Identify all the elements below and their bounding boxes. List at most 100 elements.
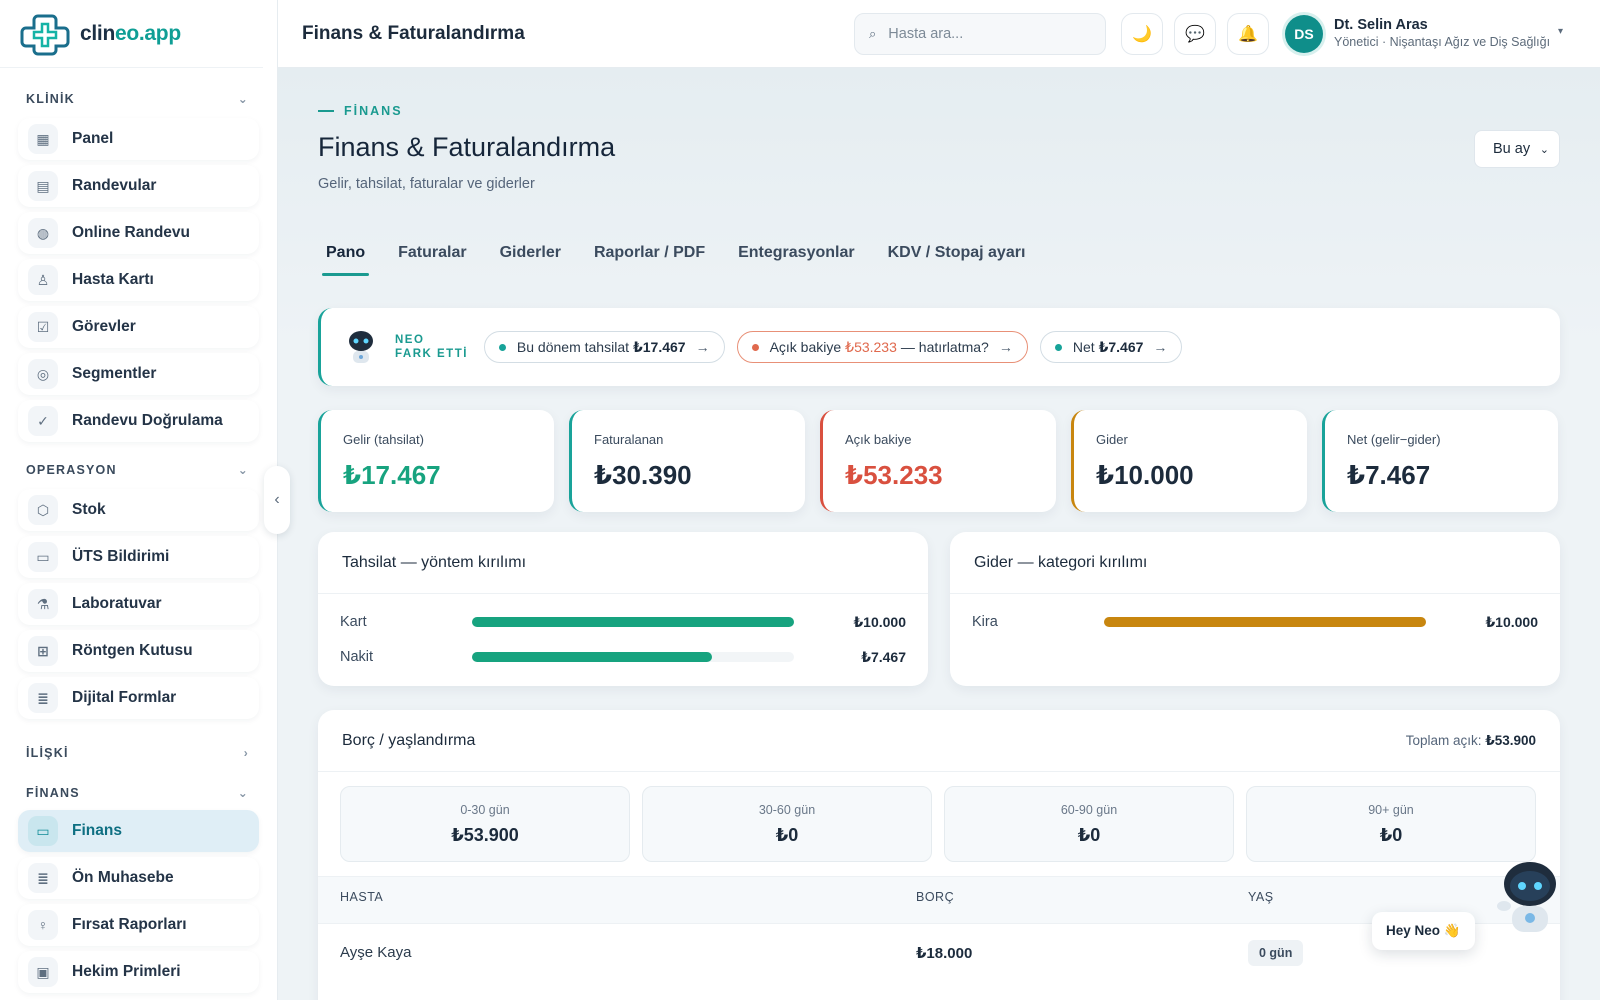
ledger-icon: ≣ <box>28 863 58 893</box>
user-menu-caret-icon[interactable]: ▾ <box>1558 26 1563 37</box>
column-header-patient: HASTA <box>340 890 384 904</box>
insight-pill-open-balance[interactable]: Açık bakiye ₺53.233— hatırlatma? → <box>736 331 1028 363</box>
sidebar-item-panel[interactable]: ▦ Panel <box>18 118 259 160</box>
cell-patient[interactable]: Ayşe Kaya <box>340 944 411 961</box>
main-content: FİNANS Finans & Faturalandırma Gelir, ta… <box>278 68 1600 1000</box>
search-input[interactable] <box>888 26 1079 42</box>
notifications-button[interactable]: 🔔 <box>1227 13 1269 55</box>
sidebar-item-randevular[interactable]: ▤ Randevular <box>18 165 259 207</box>
kpi-open-balance[interactable]: Açık bakiye ₺53.233 <box>820 410 1056 512</box>
sidebar-item-on-muhasebe[interactable]: ≣ Ön Muhasebe <box>18 857 259 899</box>
aging-bucket[interactable]: 60-90 gün ₺0 <box>944 786 1234 862</box>
tab-faturalar[interactable]: Faturalar <box>394 244 470 276</box>
dark-mode-button[interactable]: 🌙 <box>1121 13 1163 55</box>
neo-label: NEO FARK ETTİ <box>395 334 468 360</box>
kpi-value: ₺53.233 <box>845 460 943 490</box>
search-box[interactable]: ⌕ <box>854 13 1106 55</box>
grid-icon: ▦ <box>28 124 58 154</box>
target-icon: ◎ <box>28 359 58 389</box>
user-name[interactable]: Dt. Selin Aras <box>1334 17 1428 33</box>
sidebar-item-rontgen-kutusu[interactable]: ⊞ Röntgen Kutusu <box>18 630 259 672</box>
neo-insights-bar: NEO FARK ETTİ Bu dönem tahsilat ₺17.467 → A… <box>318 308 1560 386</box>
chevron-down-icon: ⌄ <box>237 786 249 800</box>
finance-tabs: Pano Faturalar Giderler Raporlar / PDF E… <box>322 244 1054 276</box>
page-eyebrow: FİNANS <box>318 104 403 118</box>
total-open: Toplam açık: ₺53.900 <box>1405 732 1536 748</box>
tab-kdv-stopaj[interactable]: KDV / Stopaj ayarı <box>884 244 1030 276</box>
tab-raporlar[interactable]: Raporlar / PDF <box>590 244 709 276</box>
kpi-invoiced[interactable]: Faturalanan ₺30.390 <box>569 410 805 512</box>
sidebar-collapse-button[interactable]: ‹ <box>264 466 290 534</box>
section-finans[interactable]: FİNANS ⌄ <box>0 782 277 804</box>
section-operasyon[interactable]: OPERASYON ⌄ <box>0 459 277 481</box>
aging-bucket[interactable]: 90+ gün ₺0 <box>1246 786 1536 862</box>
tab-giderler[interactable]: Giderler <box>496 244 565 276</box>
eyebrow-dash <box>318 110 334 112</box>
status-dot <box>498 343 506 351</box>
sidebar-item-dijital-formlar[interactable]: ≣ Dijital Formlar <box>18 677 259 719</box>
hey-neo-bubble[interactable]: Hey Neo 👋 <box>1372 912 1475 950</box>
expense-breakdown-card: Gider — kategori kırılımı Kira ₺10.000 <box>950 532 1560 686</box>
sidebar-item-online-randevu[interactable]: ◍ Online Randevu <box>18 212 259 254</box>
kpi-net[interactable]: Net (gelir−gider) ₺7.467 <box>1322 410 1558 512</box>
chat-icon: 💬 <box>1185 26 1205 43</box>
topbar: Finans & Faturalandırma ⌕ 🌙 💬 🔔 DS Dt. S… <box>278 0 1600 68</box>
sidebar-item-uts-bildirimi[interactable]: ▭ ÜTS Bildirimi <box>18 536 259 578</box>
row-label: Nakit <box>340 649 374 665</box>
insight-pill-net[interactable]: Net ₺7.467 → <box>1039 331 1183 363</box>
sidebar-item-gorevler[interactable]: ☑ Görevler <box>18 306 259 348</box>
kpi-expense[interactable]: Gider ₺10.000 <box>1071 410 1307 512</box>
kpi-value: ₺17.467 <box>343 460 441 490</box>
sidebar-item-hekim-primleri[interactable]: ▣ Hekim Primleri <box>18 951 259 993</box>
neo-robot-icon <box>349 331 373 363</box>
kpi-label: Net (gelir−gider) <box>1347 432 1441 447</box>
sidebar-item-segmentler[interactable]: ◎ Segmentler <box>18 353 259 395</box>
kpi-label: Gider <box>1096 432 1128 447</box>
tab-pano[interactable]: Pano <box>322 244 370 276</box>
checkbox-icon: ☑ <box>28 312 58 342</box>
kpi-income[interactable]: Gelir (tahsilat) ₺17.467 <box>318 410 554 512</box>
column-header-age: YAŞ <box>1248 890 1274 904</box>
sidebar-item-randevu-dogrulama[interactable]: ✓ Randevu Doğrulama <box>18 400 259 442</box>
page-subtitle: Gelir, tahsilat, faturalar ve giderler <box>318 176 535 192</box>
chevron-right-icon: › <box>243 746 249 760</box>
bar-track <box>472 652 794 662</box>
kpi-label: Gelir (tahsilat) <box>343 432 424 447</box>
breakdown-row: Kira ₺10.000 <box>972 612 1538 632</box>
cell-debt: ₺18.000 <box>916 945 973 962</box>
sidebar-item-hasta-karti[interactable]: ♙ Hasta Kartı <box>18 259 259 301</box>
lightbulb-icon: ♀ <box>28 910 58 940</box>
search-icon: ⌕ <box>869 26 877 41</box>
bar-fill <box>1104 617 1426 627</box>
sidebar-item-stok[interactable]: ⬡ Stok <box>18 489 259 531</box>
status-dot <box>1054 343 1062 351</box>
messages-button[interactable]: 💬 <box>1174 13 1216 55</box>
topbar-title: Finans & Faturalandırma <box>302 22 525 44</box>
logo[interactable]: clineo.app <box>0 0 263 68</box>
sidebar-item-firsat-raporlari[interactable]: ♀ Fırsat Raporları <box>18 904 259 946</box>
logo-text: clineo.app <box>80 21 181 45</box>
section-klinik[interactable]: KLİNİK ⌄ <box>0 88 277 110</box>
row-amount: ₺10.000 <box>853 613 906 630</box>
box-icon: ⬡ <box>28 495 58 525</box>
row-label: Kart <box>340 614 367 630</box>
moon-icon: 🌙 <box>1132 26 1152 43</box>
insight-pill-collections[interactable]: Bu dönem tahsilat ₺17.467 → <box>483 331 725 363</box>
sidebar-item-laboratuvar[interactable]: ⚗ Laboratuvar <box>18 583 259 625</box>
section-iliski[interactable]: İLİŞKİ › <box>0 742 277 764</box>
debt-aging-header: Borç / yaşlandırma Toplam açık: ₺53.900 <box>318 710 1560 772</box>
kpi-value: ₺10.000 <box>1096 460 1194 490</box>
card-title: Borç / yaşlandırma <box>342 731 476 749</box>
aging-bucket[interactable]: 0-30 gün ₺53.900 <box>340 786 630 862</box>
period-select[interactable]: Bu ay ⌄ <box>1474 130 1560 168</box>
avatar[interactable]: DS <box>1285 15 1323 53</box>
page-title: Finans & Faturalandırma <box>318 132 616 162</box>
sidebar-item-finans[interactable]: ▭ Finans <box>18 810 259 852</box>
breakdown-row: Nakit ₺7.467 <box>340 647 906 667</box>
neo-assistant-robot-icon[interactable] <box>1492 856 1562 940</box>
credit-card-icon: ▭ <box>28 816 58 846</box>
calendar-icon: ▤ <box>28 171 58 201</box>
tab-entegrasyonlar[interactable]: Entegrasyonlar <box>734 244 858 276</box>
aging-bucket[interactable]: 30-60 gün ₺0 <box>642 786 932 862</box>
bar-track <box>472 617 794 627</box>
